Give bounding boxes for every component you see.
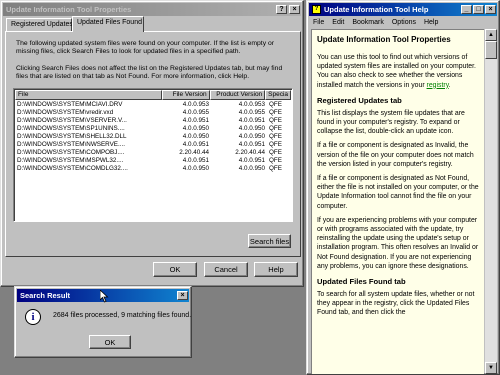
- help-paragraph: If you are experiencing problems with yo…: [317, 216, 479, 270]
- help-paragraph: If a file or component is designated as …: [317, 175, 479, 210]
- table-cell: 4.0.0.951: [238, 157, 265, 164]
- help-close-button[interactable]: ×: [485, 5, 496, 14]
- list-header: File File Version Product Version Specia: [15, 90, 291, 100]
- minimize-button[interactable]: _: [461, 5, 472, 14]
- table-cell: QFE: [269, 101, 282, 108]
- help-title: Update Information Tool Help: [324, 5, 429, 14]
- table-cell: 4.0.0.951: [182, 157, 209, 164]
- close-button[interactable]: ×: [289, 5, 300, 14]
- maximize-button[interactable]: □: [473, 5, 484, 14]
- scroll-thumb[interactable]: [485, 41, 497, 59]
- help-question-button[interactable]: ?: [276, 5, 287, 14]
- help-paragraph: To search for all system update files, w…: [317, 291, 475, 317]
- tab-updated-files-found[interactable]: Updated Files Found: [72, 16, 144, 32]
- files-list[interactable]: File File Version Product Version Specia…: [13, 88, 293, 222]
- table-row[interactable]: D:\WINDOWS\SYSTEM\vredir.vxd 4.0.0.955 4.0…: [15, 109, 292, 117]
- table-cell: 4.0.0.950: [182, 133, 209, 140]
- table-cell: 4.0.0.953: [182, 101, 209, 108]
- menu-edit[interactable]: Edit: [328, 19, 348, 26]
- table-cell: D:\WINDOWS\SYSTEM\MSPWL32....: [17, 157, 124, 164]
- table-cell: D:\WINDOWS\SYSTEM\COMDLG32....: [17, 165, 128, 172]
- table-cell: 4.0.0.950: [182, 125, 209, 132]
- table-cell: QFE: [269, 149, 282, 156]
- search-files-button[interactable]: Search files: [248, 234, 291, 248]
- table-cell: QFE: [269, 117, 282, 124]
- table-cell: 4.0.0.951: [182, 117, 209, 124]
- menu-options[interactable]: Options: [388, 19, 420, 26]
- table-cell: 4.0.0.950: [238, 125, 265, 132]
- table-cell: D:\WINDOWS\SYSTEM\vredir.vxd: [17, 109, 114, 116]
- table-cell: QFE: [269, 133, 282, 140]
- help-scrollbar[interactable]: ▲ ▼: [485, 29, 497, 374]
- help-heading: Update Information Tool Properties: [317, 35, 451, 44]
- table-row[interactable]: D:\WINDOWS\SYSTEM\MCIAVI.DRV 4.0.0.953 4.0…: [15, 101, 292, 109]
- table-row[interactable]: D:\WINDOWS\SYSTEM\MSPWL32.... 4.0.0.951 4.…: [15, 157, 292, 165]
- table-row[interactable]: D:\WINDOWS\SYSTEM\COMDLG32.... 4.0.0.950 4…: [15, 165, 292, 173]
- scroll-up-icon[interactable]: ▲: [485, 29, 497, 41]
- table-row[interactable]: D:\WINDOWS\SYSTEM\SP1UNINS.... 4.0.0.950 4…: [15, 125, 292, 133]
- help-paragraph: If a file or component is designated as …: [317, 142, 474, 168]
- table-cell: D:\WINDOWS\SYSTEM\SHELL32.DLL: [17, 133, 127, 140]
- table-row[interactable]: D:\WINDOWS\SYSTEM\COMPOBJ.... 2.20.40.44 2…: [15, 149, 292, 157]
- table-cell: QFE: [269, 157, 282, 164]
- search-ok-button[interactable]: OK: [89, 335, 131, 349]
- column-file-version[interactable]: File Version: [161, 90, 210, 100]
- table-cell: D:\WINDOWS\SYSTEM\MCIAVI.DRV: [17, 101, 123, 108]
- table-cell: D:\WINDOWS\SYSTEM\NWSERVE....: [17, 141, 125, 148]
- table-cell: 4.0.0.950: [182, 165, 209, 172]
- table-cell: QFE: [269, 125, 282, 132]
- table-cell: 4.0.0.951: [238, 141, 265, 148]
- help-content[interactable]: Update Information Tool Properties You c…: [311, 29, 484, 374]
- table-cell: 4.0.0.950: [238, 133, 265, 140]
- help-paragraph: This list displays the system file updat…: [317, 109, 465, 136]
- tab-registered-updates[interactable]: Registered Updates: [6, 18, 73, 31]
- table-cell: 4.0.0.951: [182, 141, 209, 148]
- table-cell: 4.0.0.951: [238, 117, 265, 124]
- column-special[interactable]: Specia: [265, 90, 291, 100]
- intro-text-2: Clicking Search Files does not affect th…: [16, 65, 283, 80]
- properties-titlebar[interactable]: Update Information Tool Properties ? ×: [3, 3, 301, 16]
- menu-file[interactable]: File: [309, 19, 328, 26]
- help-button[interactable]: Help: [254, 262, 298, 277]
- cancel-button[interactable]: Cancel: [204, 262, 248, 277]
- ok-button[interactable]: OK: [153, 262, 197, 277]
- intro-text-1: The following updated system files were …: [16, 40, 275, 55]
- table-row[interactable]: D:\WINDOWS\SYSTEM\SHELL32.DLL 4.0.0.950 4.…: [15, 133, 292, 141]
- properties-window: Update Information Tool Properties ? × R…: [0, 0, 304, 287]
- table-cell: QFE: [269, 109, 282, 116]
- table-row[interactable]: D:\WINDOWS\SYSTEM\NWSERVE.... 4.0.0.951 4.…: [15, 141, 292, 149]
- scroll-down-icon[interactable]: ▼: [485, 362, 497, 374]
- mouse-cursor-icon: [100, 290, 109, 303]
- search-title: Search Result: [20, 291, 71, 300]
- menu-help[interactable]: Help: [420, 19, 442, 26]
- table-cell: 4.0.0.950: [238, 165, 265, 172]
- help-subheading: Updated Files Found tab: [317, 277, 406, 287]
- column-product-version[interactable]: Product Version: [209, 90, 266, 100]
- help-book-icon: ?: [312, 5, 321, 14]
- column-file[interactable]: File: [15, 90, 162, 100]
- table-cell: QFE: [269, 141, 282, 148]
- table-row[interactable]: D:\WINDOWS\SYSTEM\VSERVER.V... 4.0.0.951 4…: [15, 117, 292, 125]
- info-icon: i: [25, 309, 41, 325]
- help-paragraph: You can use this tool to find out which …: [317, 54, 476, 89]
- search-close-button[interactable]: ×: [177, 291, 188, 300]
- table-cell: 4.0.0.955: [238, 109, 265, 116]
- menu-bookmark[interactable]: Bookmark: [348, 19, 388, 26]
- table-cell: 2.20.40.44: [179, 149, 209, 156]
- help-menubar: File Edit Bookmark Options Help: [309, 17, 497, 28]
- help-subheading: Registered Updates tab: [317, 95, 402, 105]
- help-titlebar[interactable]: ? Update Information Tool Help _ □ ×: [309, 3, 497, 16]
- registry-link[interactable]: registry: [427, 82, 449, 89]
- search-message: 2684 files processed, 9 matching files f…: [53, 312, 192, 319]
- properties-title: Update Information Tool Properties: [6, 5, 132, 14]
- table-cell: D:\WINDOWS\SYSTEM\SP1UNINS....: [17, 125, 125, 132]
- table-cell: D:\WINDOWS\SYSTEM\VSERVER.V...: [17, 117, 127, 124]
- help-window: ? Update Information Tool Help _ □ × Fil…: [306, 0, 500, 375]
- table-cell: QFE: [269, 165, 282, 172]
- table-cell: 4.0.0.955: [182, 109, 209, 116]
- table-cell: D:\WINDOWS\SYSTEM\COMPOBJ....: [17, 149, 125, 156]
- table-cell: 4.0.0.953: [238, 101, 265, 108]
- table-cell: 2.20.40.44: [235, 149, 265, 156]
